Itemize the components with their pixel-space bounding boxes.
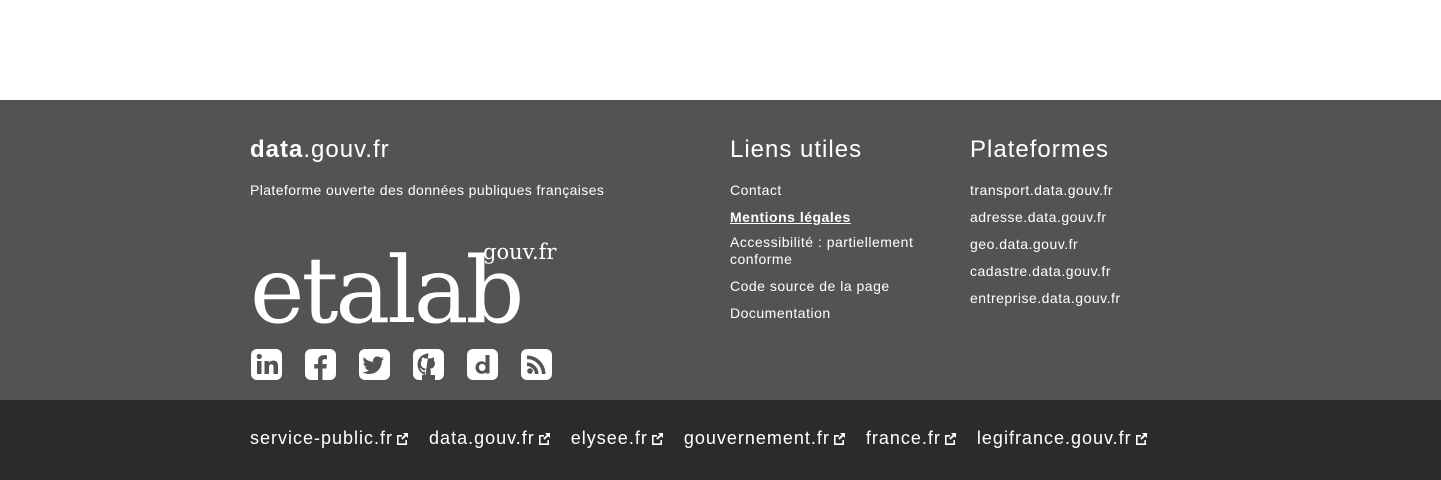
liens-utiles-list: Contact Mentions légales Accessibilité :…: [730, 182, 950, 322]
ext-link-gouvernement[interactable]: gouvernement.fr: [684, 428, 846, 449]
ext-link-label: elysee.fr: [570, 428, 648, 448]
link-adresse[interactable]: adresse.data.gouv.fr: [970, 209, 1107, 225]
dailymotion-icon[interactable]: [466, 348, 499, 381]
external-link-icon: [833, 432, 845, 445]
external-link-icon: [651, 432, 663, 445]
ext-link-service-public[interactable]: service-public.fr: [250, 428, 409, 449]
link-cadastre[interactable]: cadastre.data.gouv.fr: [970, 263, 1111, 279]
external-link-icon: [397, 432, 409, 445]
social-links: [250, 348, 553, 382]
external-link-icon: [1135, 432, 1147, 445]
plateformes-list: transport.data.gouv.fr adresse.data.gouv…: [970, 182, 1190, 307]
plateformes-title: Plateformes: [970, 136, 1110, 163]
etalab-logo[interactable]: etalab gouv.fr: [248, 228, 558, 328]
ext-link-label: gouvernement.fr: [683, 428, 830, 448]
link-entreprise[interactable]: entreprise.data.gouv.fr: [970, 290, 1121, 306]
external-links: service-public.fr data.gouv.fr elysee.fr…: [250, 428, 1148, 449]
footer-main: [0, 100, 1441, 400]
footer-brand[interactable]: data.gouv.fr: [250, 136, 390, 164]
ext-link-label: legifrance.gouv.fr: [976, 428, 1132, 448]
external-link-icon: [538, 432, 550, 445]
link-accessibilite[interactable]: Accessibilité : partiellement conforme: [730, 234, 913, 267]
liens-utiles-title: Liens utiles: [730, 136, 863, 163]
ext-link-france[interactable]: france.fr: [866, 428, 957, 449]
ext-link-legifrance[interactable]: legifrance.gouv.fr: [977, 428, 1148, 449]
ext-link-data-gouv[interactable]: data.gouv.fr: [429, 428, 551, 449]
brand-rest: .gouv.fr: [303, 136, 390, 163]
link-contact[interactable]: Contact: [730, 182, 782, 198]
footer-tagline: Plateforme ouverte des données publiques…: [250, 182, 605, 198]
link-mentions-legales[interactable]: Mentions légales: [730, 209, 851, 225]
ext-link-label: service-public.fr: [250, 428, 394, 448]
ext-link-label: data.gouv.fr: [429, 428, 535, 448]
link-documentation[interactable]: Documentation: [730, 305, 831, 321]
brand-bold: data: [250, 136, 304, 163]
page-blank-area: [0, 0, 1441, 100]
github-icon[interactable]: [412, 348, 445, 381]
linkedin-icon[interactable]: [250, 348, 283, 381]
logo-main-text: etalab: [250, 237, 521, 328]
twitter-icon[interactable]: [358, 348, 391, 381]
logo-sup-text: gouv.fr: [483, 240, 557, 264]
link-code-source[interactable]: Code source de la page: [730, 278, 890, 294]
link-transport[interactable]: transport.data.gouv.fr: [970, 182, 1113, 198]
ext-link-elysee[interactable]: elysee.fr: [571, 428, 664, 449]
facebook-icon[interactable]: [304, 348, 337, 381]
external-link-icon: [944, 432, 956, 445]
ext-link-label: france.fr: [865, 428, 941, 448]
rss-icon[interactable]: [520, 348, 553, 381]
link-geo[interactable]: geo.data.gouv.fr: [970, 236, 1078, 252]
